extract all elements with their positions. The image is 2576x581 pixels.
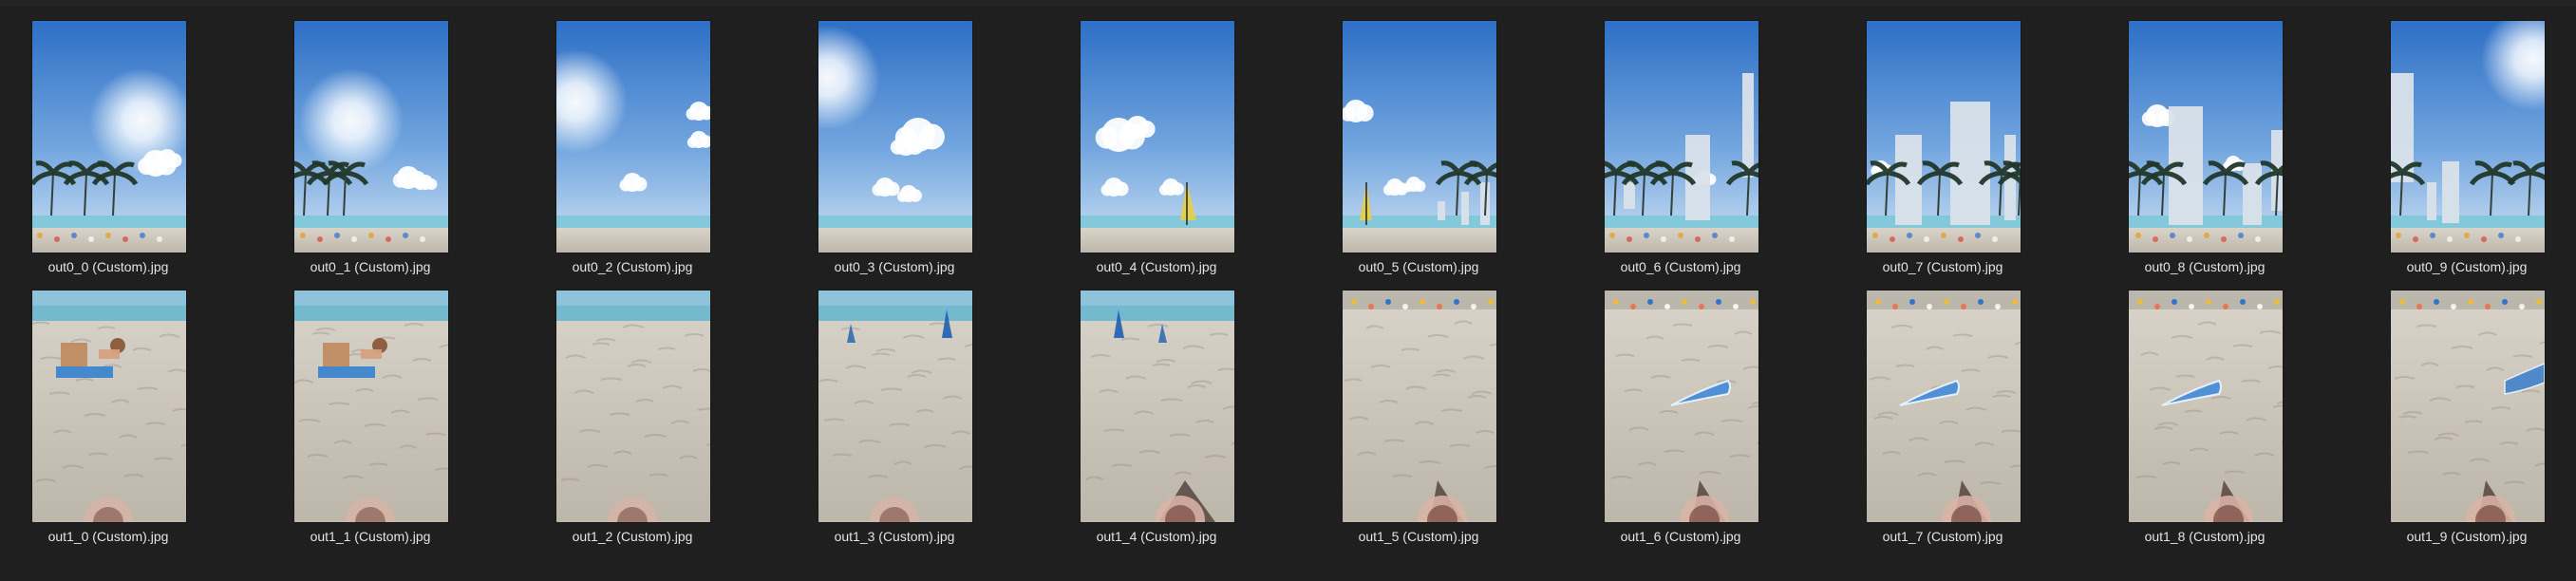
image-thumbnail[interactable] <box>1343 290 1496 522</box>
file-name-label: out1_1 (Custom).jpg <box>310 529 431 544</box>
file-tile[interactable]: out0_3 (Custom).jpg <box>804 21 985 289</box>
file-name-label: out1_7 (Custom).jpg <box>1882 529 2003 544</box>
image-thumbnail[interactable] <box>2391 21 2545 253</box>
file-tile[interactable]: out1_5 (Custom).jpg <box>1328 290 1509 558</box>
image-thumbnail[interactable] <box>1081 290 1234 522</box>
file-tile[interactable]: out0_6 (Custom).jpg <box>1590 21 1771 289</box>
thumbnail-grid[interactable]: out0_0 (Custom).jpg out0_1 (Custom).jpg ou… <box>0 0 2576 581</box>
file-name-label: out0_8 (Custom).jpg <box>2144 259 2266 274</box>
file-tile[interactable]: out0_1 (Custom).jpg <box>280 21 461 289</box>
file-name-label: out0_6 (Custom).jpg <box>1620 259 1741 274</box>
image-thumbnail-icon <box>818 21 972 253</box>
image-thumbnail-icon <box>2129 290 2283 522</box>
file-tile[interactable]: out1_6 (Custom).jpg <box>1590 290 1771 558</box>
image-thumbnail[interactable] <box>32 21 186 253</box>
file-name-label: out0_0 (Custom).jpg <box>47 259 169 274</box>
image-thumbnail[interactable] <box>2129 290 2283 522</box>
image-thumbnail-icon <box>2129 21 2283 253</box>
file-tile[interactable]: out0_5 (Custom).jpg <box>1328 21 1509 289</box>
image-thumbnail-icon <box>2391 21 2545 253</box>
image-thumbnail-icon <box>32 21 186 253</box>
image-thumbnail-icon <box>294 290 448 522</box>
file-name-label: out1_4 (Custom).jpg <box>1096 529 1217 544</box>
file-tile[interactable]: out0_7 (Custom).jpg <box>1852 21 2033 289</box>
file-name-label: out0_7 (Custom).jpg <box>1882 259 2003 274</box>
file-name-label: out1_6 (Custom).jpg <box>1620 529 1741 544</box>
image-thumbnail[interactable] <box>1343 21 1496 253</box>
file-name-label: out0_2 (Custom).jpg <box>572 259 693 274</box>
file-name-label: out0_3 (Custom).jpg <box>834 259 955 274</box>
image-thumbnail[interactable] <box>1867 21 2021 253</box>
file-name-label: out1_2 (Custom).jpg <box>572 529 693 544</box>
image-thumbnail-icon <box>1605 21 1758 253</box>
file-tile[interactable]: out0_4 (Custom).jpg <box>1066 21 1247 289</box>
image-thumbnail[interactable] <box>2391 290 2545 522</box>
image-thumbnail-icon <box>1081 290 1234 522</box>
image-thumbnail-icon <box>1343 290 1496 522</box>
file-name-label: out1_3 (Custom).jpg <box>834 529 955 544</box>
file-tile[interactable]: out0_0 (Custom).jpg <box>18 21 198 289</box>
image-thumbnail-icon <box>1867 290 2021 522</box>
file-tile[interactable]: out0_2 (Custom).jpg <box>542 21 723 289</box>
image-thumbnail-icon <box>1605 290 1758 522</box>
file-name-label: out1_5 (Custom).jpg <box>1358 529 1479 544</box>
image-thumbnail-icon <box>1867 21 2021 253</box>
file-name-label: out0_9 (Custom).jpg <box>2406 259 2528 274</box>
file-name-label: out1_0 (Custom).jpg <box>47 529 169 544</box>
file-name-label: out0_1 (Custom).jpg <box>310 259 431 274</box>
image-thumbnail[interactable] <box>294 290 448 522</box>
image-thumbnail[interactable] <box>294 21 448 253</box>
image-thumbnail-icon <box>32 290 186 522</box>
file-tile[interactable]: out1_3 (Custom).jpg <box>804 290 985 558</box>
image-thumbnail-icon <box>556 21 710 253</box>
image-thumbnail[interactable] <box>818 290 972 522</box>
image-thumbnail[interactable] <box>556 290 710 522</box>
file-tile[interactable]: out1_0 (Custom).jpg <box>18 290 198 558</box>
image-thumbnail[interactable] <box>1867 290 2021 522</box>
file-tile[interactable]: out0_9 (Custom).jpg <box>2377 21 2557 289</box>
image-thumbnail[interactable] <box>556 21 710 253</box>
image-thumbnail-icon <box>2391 290 2545 522</box>
file-tile[interactable]: out1_4 (Custom).jpg <box>1066 290 1247 558</box>
file-tile[interactable]: out1_9 (Custom).jpg <box>2377 290 2557 558</box>
image-thumbnail-icon <box>1081 21 1234 253</box>
image-thumbnail-icon <box>818 290 972 522</box>
image-thumbnail[interactable] <box>1605 21 1758 253</box>
file-tile[interactable]: out1_2 (Custom).jpg <box>542 290 723 558</box>
image-thumbnail[interactable] <box>2129 21 2283 253</box>
image-thumbnail[interactable] <box>1081 21 1234 253</box>
file-tile[interactable]: out1_8 (Custom).jpg <box>2115 290 2295 558</box>
image-thumbnail[interactable] <box>818 21 972 253</box>
image-thumbnail[interactable] <box>1605 290 1758 522</box>
file-name-label: out1_8 (Custom).jpg <box>2144 529 2266 544</box>
image-thumbnail[interactable] <box>32 290 186 522</box>
image-thumbnail-icon <box>556 290 710 522</box>
image-thumbnail-icon <box>294 21 448 253</box>
file-browser-window: out0_0 (Custom).jpg out0_1 (Custom).jpg ou… <box>0 0 2576 581</box>
file-name-label: out1_9 (Custom).jpg <box>2406 529 2528 544</box>
file-name-label: out0_4 (Custom).jpg <box>1096 259 1217 274</box>
file-name-label: out0_5 (Custom).jpg <box>1358 259 1479 274</box>
image-thumbnail-icon <box>1343 21 1496 253</box>
file-tile[interactable]: out1_7 (Custom).jpg <box>1852 290 2033 558</box>
file-tile[interactable]: out1_1 (Custom).jpg <box>280 290 461 558</box>
file-tile[interactable]: out0_8 (Custom).jpg <box>2115 21 2295 289</box>
